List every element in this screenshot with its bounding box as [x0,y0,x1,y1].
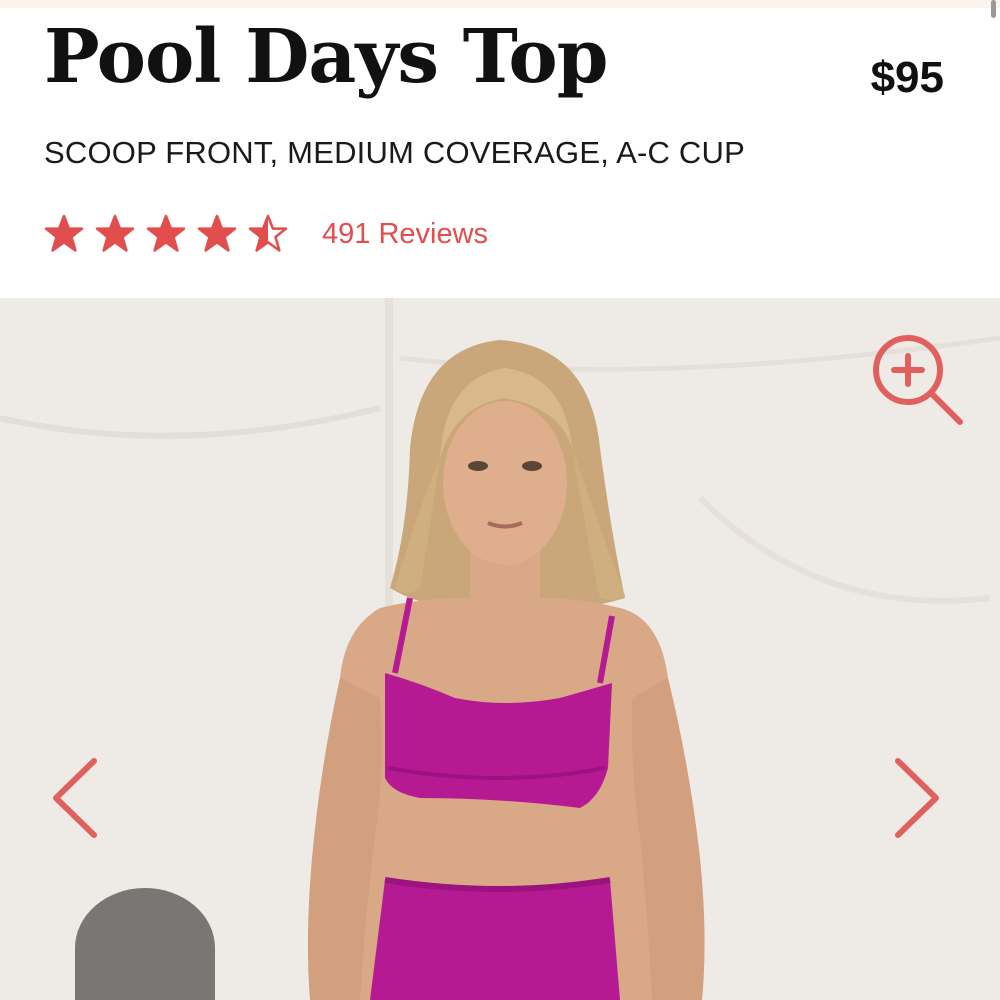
star-full-icon [146,214,186,252]
star-half-icon [248,214,288,252]
chevron-right-icon [895,758,939,838]
product-subtitle: SCOOP FRONT, MEDIUM COVERAGE, A-C CUP [44,135,745,170]
scrollbar[interactable] [991,0,996,18]
product-image-gallery[interactable] [0,298,1000,1000]
star-full-icon [197,214,237,252]
product-photo [0,298,1000,1000]
header-strip [0,0,1000,8]
star-full-icon [95,214,135,252]
star-full-icon [44,214,84,252]
next-image-button[interactable] [888,753,948,843]
product-rating: 491 Reviews [44,208,488,260]
chevron-left-icon [53,758,97,838]
previous-image-button[interactable] [44,753,104,843]
product-title: Pool Days Top [44,14,608,100]
zoom-in-icon [873,335,963,425]
product-price: $95 [870,53,944,102]
zoom-button[interactable] [866,328,972,434]
star-rating [44,214,288,254]
reviews-link[interactable]: 491 Reviews [322,218,488,251]
